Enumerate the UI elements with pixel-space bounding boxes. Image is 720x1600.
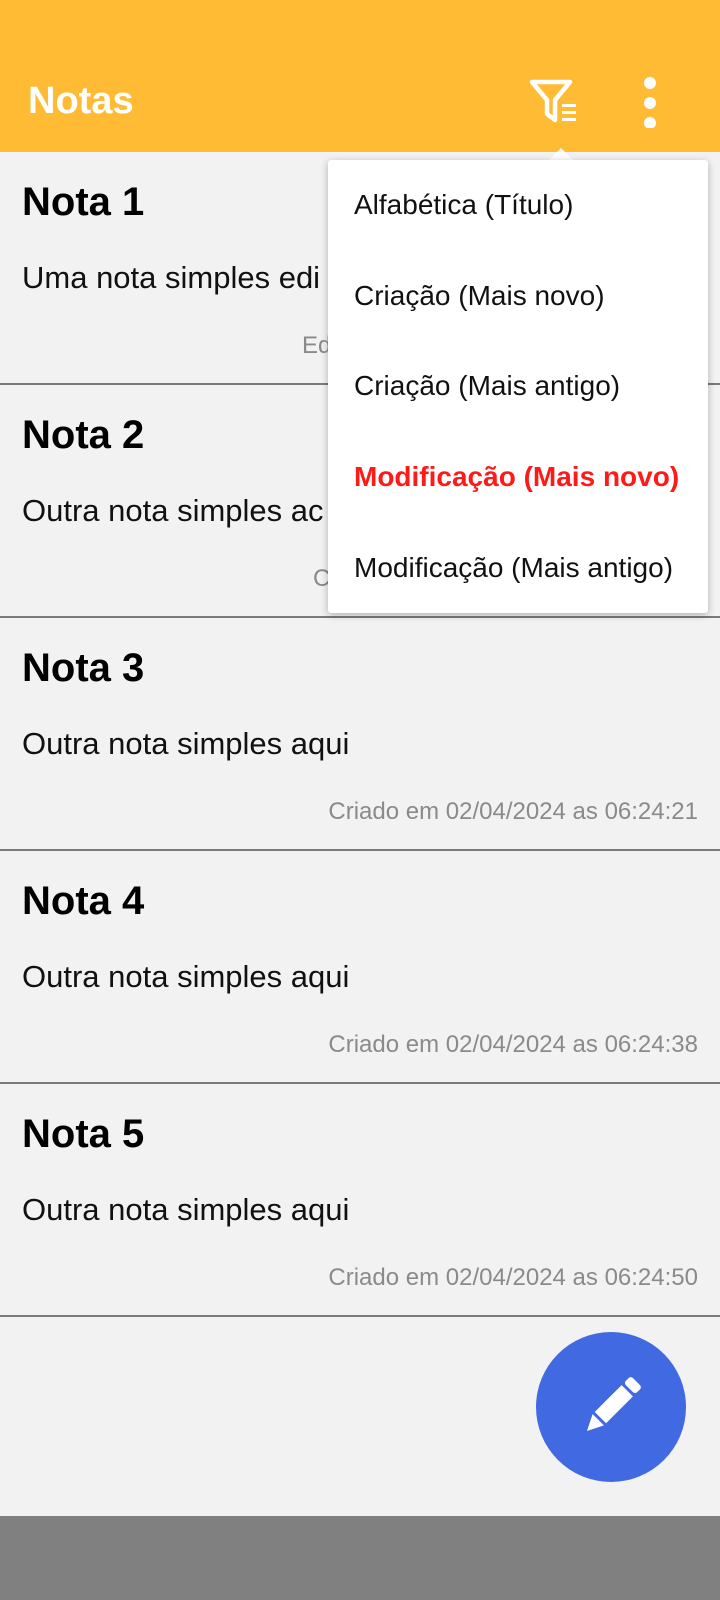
- sort-option-alphabetical[interactable]: Alfabética (Título): [328, 160, 708, 251]
- note-body: Outra nota simples ac: [22, 493, 324, 528]
- note-body: Outra nota simples aqui: [22, 1192, 350, 1227]
- note-date: Criado em 02/04/2024 as 06:24:38: [328, 1031, 698, 1058]
- note-item[interactable]: Nota 5 Outra nota simples aqui Criado em…: [0, 1084, 720, 1317]
- sort-option-modified-oldest[interactable]: Modificação (Mais antigo): [328, 522, 708, 613]
- menu-pointer: [549, 148, 573, 160]
- filter-button[interactable]: [528, 76, 588, 128]
- note-date: Criado em 02/04/2024 as 06:24:50: [328, 1264, 698, 1291]
- sort-option-modified-newest[interactable]: Modificação (Mais novo): [328, 432, 708, 523]
- filter-list-icon: [529, 79, 576, 123]
- sort-menu: Alfabética (Título) Criação (Mais novo) …: [328, 160, 708, 613]
- note-item[interactable]: Nota 4 Outra nota simples aqui Criado em…: [0, 851, 720, 1084]
- note-item[interactable]: Nota 3 Outra nota simples aqui Criado em…: [0, 618, 720, 851]
- pencil-icon: [586, 1377, 641, 1432]
- app-bar: Notas: [0, 0, 720, 152]
- note-title: Nota 1: [22, 180, 145, 224]
- note-body: Uma nota simples edi: [22, 260, 321, 295]
- note-title: Nota 5: [22, 1112, 145, 1156]
- more-options-button[interactable]: [624, 76, 676, 129]
- new-note-button[interactable]: [536, 1332, 686, 1482]
- note-title: Nota 4: [22, 879, 145, 923]
- sort-option-created-oldest[interactable]: Criação (Mais antigo): [328, 341, 708, 432]
- note-title: Nota 3: [22, 646, 145, 690]
- note-date: Criado em 02/04/2024 as 06:24:21: [328, 798, 698, 825]
- more-vertical-icon: [644, 77, 656, 129]
- note-body: Outra nota simples aqui: [22, 959, 350, 994]
- note-body: Outra nota simples aqui: [22, 726, 350, 761]
- system-navigation-bar: [0, 1516, 720, 1600]
- app-title: Notas: [28, 80, 134, 122]
- sort-option-created-newest[interactable]: Criação (Mais novo): [328, 251, 708, 342]
- note-title: Nota 2: [22, 413, 145, 457]
- note-date: Ed: [302, 332, 332, 359]
